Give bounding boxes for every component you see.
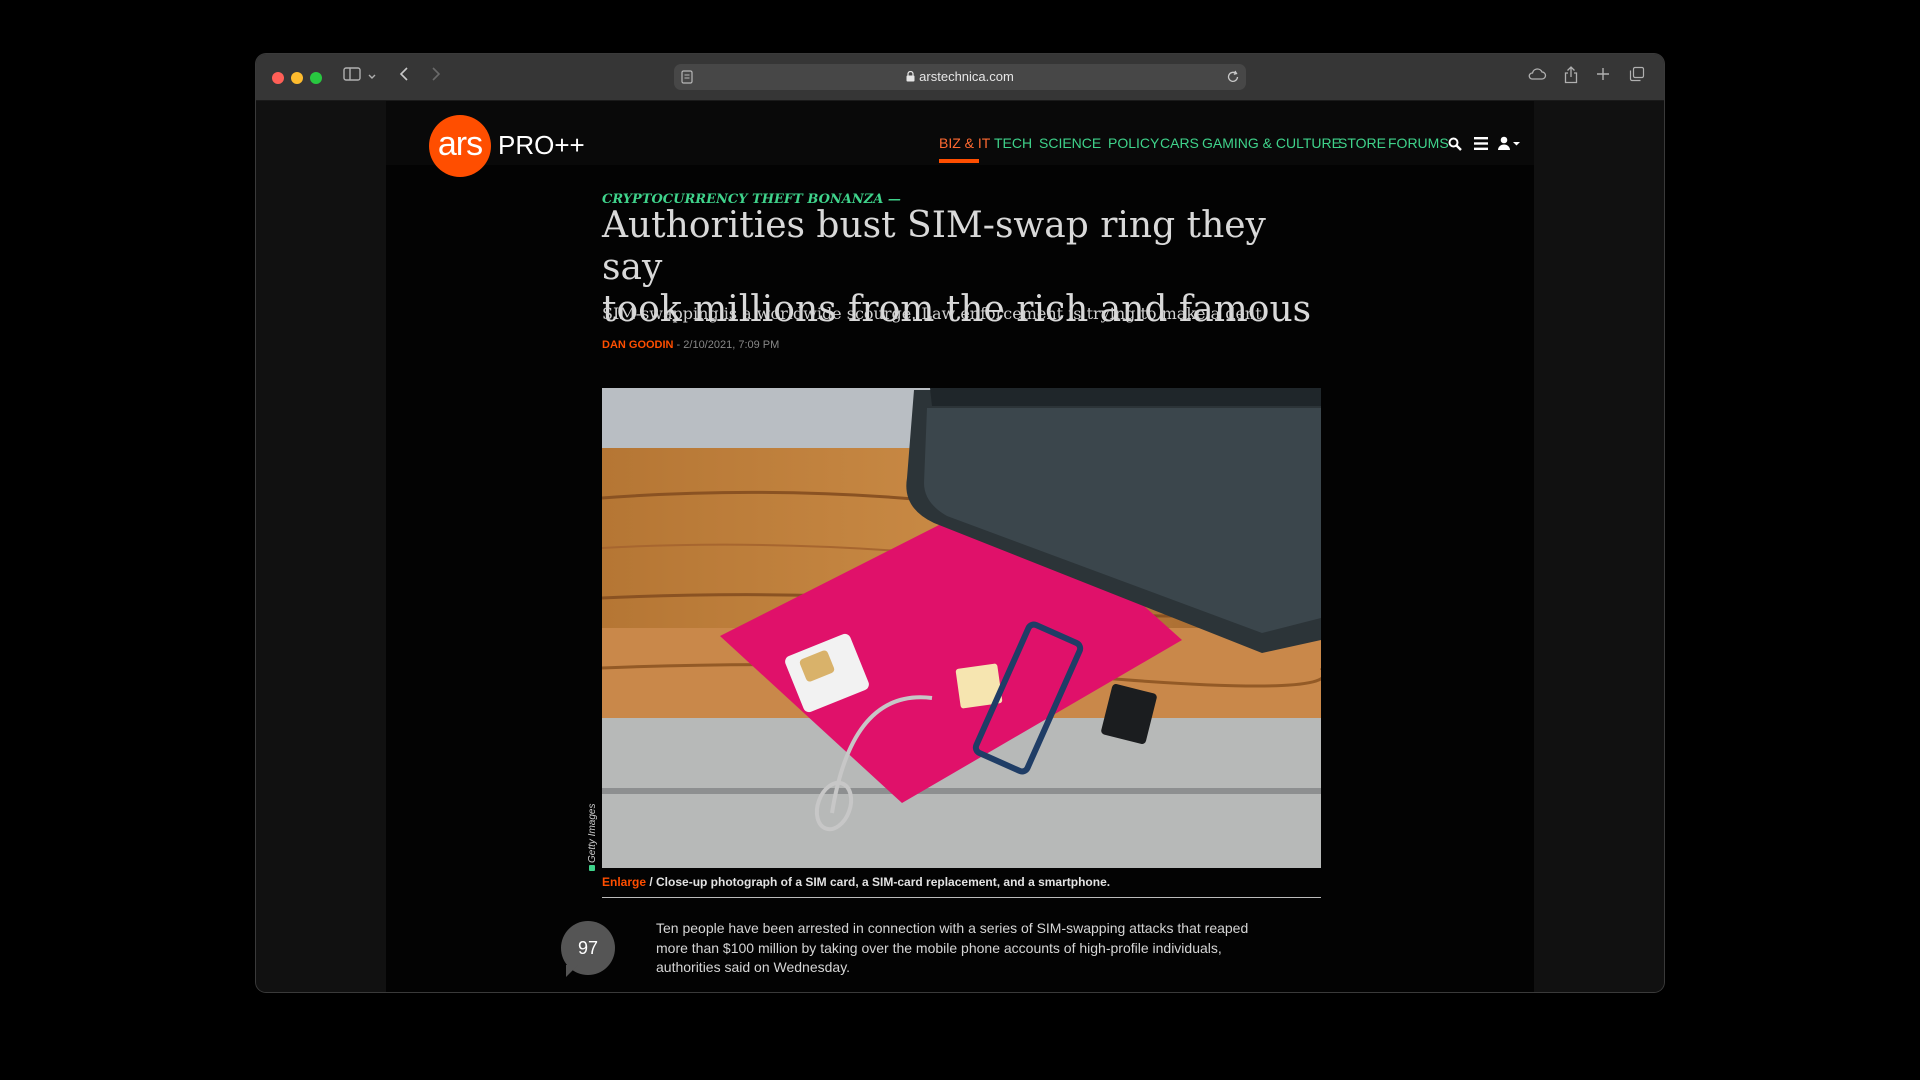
lock-icon — [906, 65, 915, 91]
author-link[interactable]: DAN GOODIN — [602, 339, 674, 351]
minimize-window-button[interactable] — [291, 72, 303, 84]
search-icon[interactable] — [1448, 137, 1462, 156]
publish-date: - 2/10/2021, 7:09 PM — [673, 339, 780, 351]
nav-policy[interactable]: POLICY — [1108, 135, 1159, 151]
zoom-window-button[interactable] — [310, 72, 322, 84]
menu-icon[interactable] — [1474, 137, 1488, 155]
article-lead-image[interactable] — [602, 388, 1321, 868]
reload-icon[interactable] — [1226, 69, 1240, 89]
page-viewport: ars PRO++ BIZ & IT TECH SCIENCE POLICY C… — [256, 101, 1664, 992]
back-button[interactable] — [396, 66, 412, 88]
caption-text: / Close-up photograph of a SIM card, a S… — [646, 875, 1111, 889]
nav-cars[interactable]: CARS — [1160, 135, 1199, 151]
nav-active-indicator — [939, 159, 979, 163]
body-line-3: authorities said on Wednesday. — [656, 959, 851, 975]
icloud-icon[interactable] — [1526, 66, 1548, 88]
user-icon[interactable] — [1498, 136, 1524, 155]
url-label: arstechnica.com — [919, 69, 1014, 84]
forward-button[interactable] — [428, 66, 444, 88]
caption-divider — [602, 897, 1321, 898]
sidebar-toggle-icon[interactable] — [342, 66, 362, 88]
comment-bubble-tail — [566, 965, 578, 977]
close-window-button[interactable] — [272, 72, 284, 84]
body-line-2: more than $100 million by taking over th… — [656, 939, 1222, 956]
nav-science[interactable]: SCIENCE — [1039, 135, 1101, 151]
logo-pro-label: PRO++ — [498, 130, 585, 160]
headline-line-1: Authorities bust SIM-swap ring they say — [602, 205, 1266, 288]
svg-text:Getty Images: Getty Images — [587, 804, 598, 863]
share-icon[interactable] — [1562, 66, 1580, 88]
tab-overview-icon[interactable] — [1628, 66, 1646, 88]
body-line-1: Ten people have been arrested in connect… — [656, 920, 1249, 936]
browser-toolbar: arstechnica.com — [256, 54, 1664, 101]
browser-window: arstechnica.com ars PRO++ BIZ & IT TECH — [256, 54, 1664, 992]
address-bar[interactable]: arstechnica.com — [674, 64, 1246, 90]
nav-forums[interactable]: FORUMS — [1388, 135, 1449, 151]
ars-logo[interactable]: ars — [429, 115, 491, 177]
enlarge-link[interactable]: Enlarge — [602, 875, 646, 889]
nav-tech[interactable]: TECH — [994, 135, 1032, 151]
nav-gaming-culture[interactable]: GAMING & CULTURE — [1202, 135, 1341, 151]
image-caption: Enlarge / Close-up photograph of a SIM c… — [602, 875, 1110, 889]
new-tab-icon[interactable] — [1594, 66, 1612, 88]
nav-biz-it[interactable]: BIZ & IT — [939, 135, 990, 151]
image-credit: Getty Images — [583, 801, 603, 871]
nav-store[interactable]: STORE — [1338, 135, 1386, 151]
chevron-down-icon[interactable] — [366, 66, 378, 88]
url-text: arstechnica.com — [674, 64, 1246, 91]
byline: DAN GOODIN - 2/10/2021, 7:09 PM — [602, 339, 779, 351]
article-dek: SIM-swapping is a worldwide scourge. Law… — [602, 304, 1267, 323]
article-body: Ten people have been arrested in connect… — [656, 919, 1276, 978]
ars-site: ars PRO++ BIZ & IT TECH SCIENCE POLICY C… — [386, 101, 1534, 992]
